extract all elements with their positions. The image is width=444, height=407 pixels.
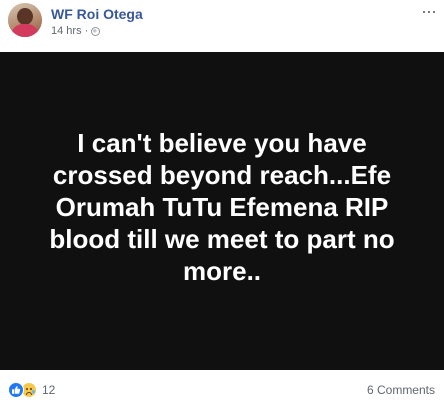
like-icon xyxy=(8,382,24,398)
post-header: WF Roi Otega 14 hrs · ··· xyxy=(0,0,444,52)
globe-icon[interactable] xyxy=(91,26,101,36)
sad-mouth xyxy=(26,392,32,395)
sad-tear xyxy=(32,390,35,394)
avatar-shirt xyxy=(11,24,39,37)
text-background-post: I can't believe you have crossed beyond … xyxy=(0,52,444,370)
avatar[interactable] xyxy=(8,3,42,37)
author-name[interactable]: WF Roi Otega xyxy=(51,6,143,22)
post-meta: 14 hrs · xyxy=(51,25,101,37)
more-options-button[interactable]: ··· xyxy=(421,1,437,21)
sad-eye-left xyxy=(26,388,28,390)
post-text: I can't believe you have crossed beyond … xyxy=(49,128,395,286)
reaction-count[interactable]: 12 xyxy=(42,383,55,397)
facebook-post: WF Roi Otega 14 hrs · ··· I can't believ… xyxy=(0,0,444,407)
post-footer: 12 6 Comments xyxy=(0,370,444,407)
comments-count-link[interactable]: 6 Comments xyxy=(367,383,435,397)
reactions-summary[interactable]: 12 xyxy=(8,382,55,398)
avatar-head xyxy=(17,8,33,25)
post-timestamp[interactable]: 14 hrs xyxy=(51,25,82,37)
meta-separator: · xyxy=(84,25,89,37)
